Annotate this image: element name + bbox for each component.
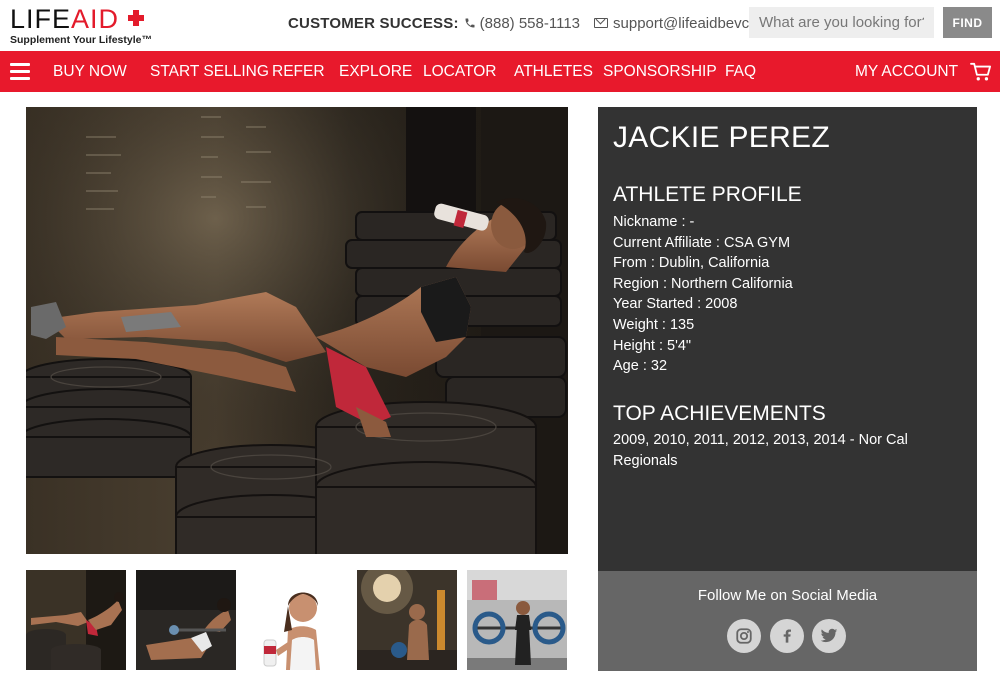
detail-current-affiliate: Current Affiliate : CSA GYM: [613, 234, 791, 251]
instagram-glyph-icon: [736, 628, 752, 644]
thumbnail-image-5: [467, 570, 567, 670]
athlete-photo-illustration: [26, 107, 568, 554]
thumbnail-image-3: [246, 570, 346, 670]
athlete-main-photo: [26, 107, 568, 554]
detail-year-started: Year Started : 2008: [613, 296, 738, 313]
athlete-profile-panel: JACKIE PEREZ ATHLETE PROFILE Nickname : …: [598, 107, 977, 571]
gallery-thumbnail-5[interactable]: [467, 570, 567, 670]
detail-age: Age : 32: [613, 358, 668, 375]
customer-success-label: CUSTOMER SUCCESS:: [288, 14, 459, 32]
social-media-title: Follow Me on Social Media: [697, 587, 878, 604]
instagram-icon[interactable]: [727, 619, 761, 653]
find-button[interactable]: FIND: [943, 7, 992, 38]
top-achievements-text: 2009, 2010, 2011, 2012, 2013, 2014 - Nor…: [613, 432, 908, 469]
nav-item-refer[interactable]: REFER: [272, 51, 325, 92]
nav-item-locator[interactable]: LOCATOR: [423, 51, 497, 92]
facebook-icon[interactable]: [770, 619, 804, 653]
top-achievements-heading: TOP ACHIEVEMENTS: [613, 402, 826, 425]
hamburger-menu-icon[interactable]: [10, 63, 30, 80]
detail-weight: Weight : 135: [613, 316, 695, 333]
nav-item-start-selling[interactable]: START SELLING: [150, 51, 269, 92]
nav-item-explore[interactable]: EXPLORE: [339, 51, 412, 92]
nav-item-faq[interactable]: FAQ: [725, 51, 756, 92]
lifeaid-logo[interactable]: LIFEAID Supplement Your Lifestyle™: [10, 6, 152, 47]
social-media-panel: Follow Me on Social Media: [598, 571, 977, 671]
phone-number-link[interactable]: (888) 558-1113: [480, 15, 580, 32]
medical-cross-icon: [128, 10, 144, 26]
envelope-icon: [594, 18, 609, 28]
thumbnail-image-2: [136, 570, 236, 670]
nav-item-buy-now[interactable]: BUY NOW: [53, 51, 127, 92]
facebook-glyph-icon: [783, 629, 791, 643]
detail-height: Height : 5'4": [613, 337, 692, 354]
logo-tagline: Supplement Your Lifestyle™: [10, 34, 152, 46]
search-input[interactable]: [749, 7, 934, 38]
twitter-glyph-icon: [820, 628, 838, 643]
athlete-profile-details: Nickname : - Current Affiliate : CSA GYM…: [613, 212, 793, 377]
gallery-thumbnail-2[interactable]: [136, 570, 236, 670]
shopping-cart-icon[interactable]: [970, 62, 992, 82]
detail-from: From : Dublin, California: [613, 255, 770, 272]
detail-nickname: Nickname : -: [613, 214, 695, 230]
athlete-profile-heading: ATHLETE PROFILE: [613, 183, 802, 206]
detail-region: Region : Northern California: [613, 275, 793, 292]
gallery-thumbnail-1[interactable]: [26, 570, 126, 670]
top-bar: LIFEAID Supplement Your Lifestyle™ CUSTO…: [0, 0, 1000, 51]
gallery-thumbnail-3[interactable]: [246, 570, 346, 670]
customer-success-contact: CUSTOMER SUCCESS: (888) 558-1113 support…: [288, 13, 790, 33]
twitter-icon[interactable]: [812, 619, 846, 653]
thumbnail-image-4: [357, 570, 457, 670]
gallery-thumbnail-4[interactable]: [357, 570, 457, 670]
nav-item-my-account[interactable]: MY ACCOUNT: [855, 51, 958, 92]
athlete-name: JACKIE PEREZ: [613, 121, 830, 154]
main-nav: BUY NOW START SELLING REFER EXPLORE LOCA…: [0, 51, 1000, 92]
phone-icon: [465, 18, 475, 28]
nav-item-athletes[interactable]: ATHLETES: [514, 51, 593, 92]
thumbnail-image-1: [26, 570, 126, 670]
nav-item-sponsorship[interactable]: SPONSORSHIP: [603, 51, 717, 92]
